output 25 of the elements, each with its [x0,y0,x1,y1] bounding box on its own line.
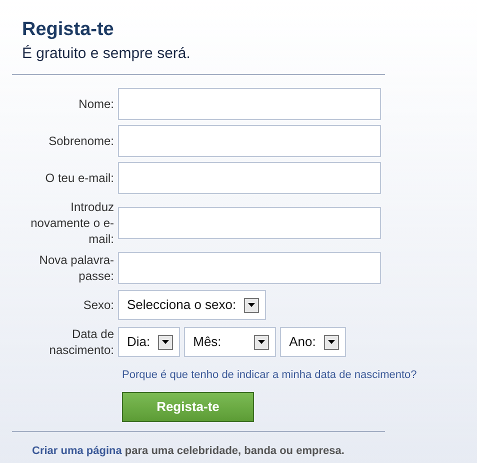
form-subtitle: É gratuito e sempre será. [22,44,192,64]
select-field[interactable]: Selecciona o sexo: [118,290,266,320]
field-label: Introduz novamente o e-mail: [30,199,114,247]
input-field[interactable] [118,207,381,239]
input-field[interactable] [118,252,381,284]
caret-icon [158,334,174,350]
caret-icon [244,298,260,312]
form-title: Regista-te [22,18,115,42]
select-field[interactable]: Dia: [118,327,180,357]
field-label: Sexo: [83,297,114,313]
field-label: Nome: [78,96,114,112]
input-field[interactable] [118,88,381,120]
select-field[interactable]: Ano: [280,327,346,357]
create-page-link[interactable]: Criar uma página [32,445,122,457]
caret-icon [254,334,270,350]
input-field[interactable] [118,162,381,194]
field-label: Sobrenome: [48,133,114,149]
field-label: O teu e-mail: [45,170,114,186]
birthday-help-link[interactable]: Porque é que tenho de indicar a minha data de nascimento? [122,369,417,381]
select-field[interactable]: Mês: [184,327,276,357]
caret-icon [324,334,339,350]
footer-text: para uma celebridade, banda ou empresa. [124,445,344,457]
input-field[interactable] [118,125,381,157]
field-label: Data de nascimento: [48,326,114,358]
field-label: Nova palavra-passe: [38,252,114,284]
